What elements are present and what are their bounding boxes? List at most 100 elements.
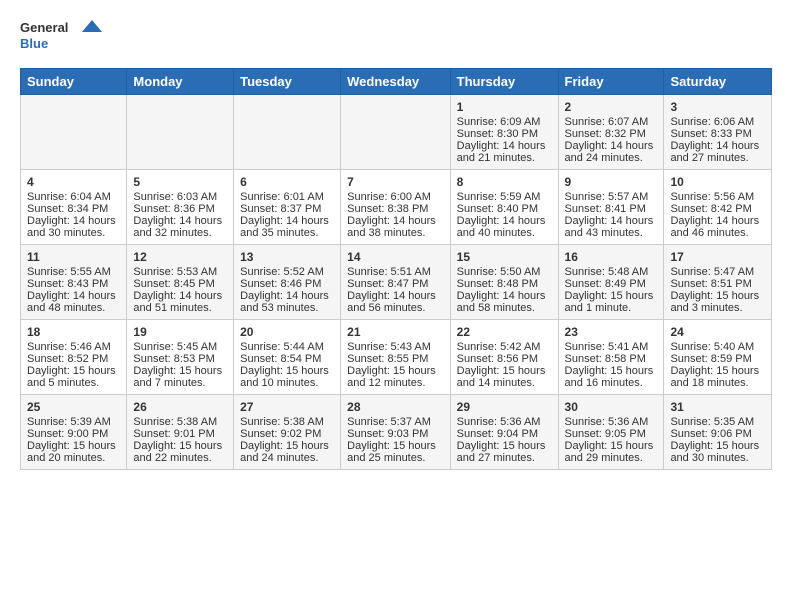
day-info: and 30 minutes. (27, 227, 120, 239)
day-info: and 1 minute. (565, 302, 658, 314)
day-number: 31 (670, 400, 765, 414)
day-info: Sunrise: 5:45 AM (133, 341, 227, 353)
day-number: 27 (240, 400, 334, 414)
day-info: Sunrise: 6:01 AM (240, 191, 334, 203)
day-info: Sunrise: 5:50 AM (457, 266, 552, 278)
day-info: Sunrise: 5:57 AM (565, 191, 658, 203)
day-info: and 21 minutes. (457, 152, 552, 164)
day-number: 5 (133, 175, 227, 189)
day-info: Daylight: 14 hours (457, 140, 552, 152)
calendar-cell: 17Sunrise: 5:47 AMSunset: 8:51 PMDayligh… (664, 245, 772, 320)
day-info: Sunset: 9:03 PM (347, 428, 444, 440)
day-info: Daylight: 15 hours (240, 440, 334, 452)
svg-text:Blue: Blue (20, 36, 48, 51)
calendar-cell: 6Sunrise: 6:01 AMSunset: 8:37 PMDaylight… (234, 170, 341, 245)
day-header-thursday: Thursday (450, 69, 558, 95)
day-info: Sunrise: 5:36 AM (457, 416, 552, 428)
day-info: and 53 minutes. (240, 302, 334, 314)
calendar-table: SundayMondayTuesdayWednesdayThursdayFrid… (20, 68, 772, 470)
day-number: 24 (670, 325, 765, 339)
calendar-cell: 1Sunrise: 6:09 AMSunset: 8:30 PMDaylight… (450, 95, 558, 170)
day-info: and 5 minutes. (27, 377, 120, 389)
day-info: Sunrise: 5:43 AM (347, 341, 444, 353)
day-number: 15 (457, 250, 552, 264)
calendar-cell: 16Sunrise: 5:48 AMSunset: 8:49 PMDayligh… (558, 245, 664, 320)
calendar-cell: 11Sunrise: 5:55 AMSunset: 8:43 PMDayligh… (21, 245, 127, 320)
day-info: Sunrise: 5:38 AM (240, 416, 334, 428)
day-info: and 20 minutes. (27, 452, 120, 464)
day-info: Daylight: 15 hours (670, 290, 765, 302)
day-info: Daylight: 14 hours (670, 215, 765, 227)
day-header-friday: Friday (558, 69, 664, 95)
day-info: Daylight: 14 hours (457, 215, 552, 227)
day-info: Sunrise: 5:51 AM (347, 266, 444, 278)
day-info: Sunset: 9:05 PM (565, 428, 658, 440)
day-info: and 10 minutes. (240, 377, 334, 389)
day-info: Sunrise: 5:35 AM (670, 416, 765, 428)
page: General Blue SundayMondayTuesdayWednesda… (0, 0, 792, 486)
day-info: and 7 minutes. (133, 377, 227, 389)
calendar-cell: 29Sunrise: 5:36 AMSunset: 9:04 PMDayligh… (450, 395, 558, 470)
day-info: and 51 minutes. (133, 302, 227, 314)
day-info: and 30 minutes. (670, 452, 765, 464)
day-info: Sunset: 8:51 PM (670, 278, 765, 290)
calendar-cell: 3Sunrise: 6:06 AMSunset: 8:33 PMDaylight… (664, 95, 772, 170)
day-info: Daylight: 15 hours (133, 365, 227, 377)
calendar-cell: 30Sunrise: 5:36 AMSunset: 9:05 PMDayligh… (558, 395, 664, 470)
day-info: Daylight: 15 hours (347, 365, 444, 377)
calendar-cell: 22Sunrise: 5:42 AMSunset: 8:56 PMDayligh… (450, 320, 558, 395)
calendar-cell: 25Sunrise: 5:39 AMSunset: 9:00 PMDayligh… (21, 395, 127, 470)
day-info: Sunset: 8:40 PM (457, 203, 552, 215)
day-info: Sunrise: 5:36 AM (565, 416, 658, 428)
day-info: Sunset: 9:06 PM (670, 428, 765, 440)
day-info: Daylight: 14 hours (347, 290, 444, 302)
day-info: Sunrise: 5:44 AM (240, 341, 334, 353)
day-info: Daylight: 14 hours (565, 215, 658, 227)
day-info: Sunset: 8:41 PM (565, 203, 658, 215)
day-info: Sunset: 8:42 PM (670, 203, 765, 215)
day-info: Sunset: 8:43 PM (27, 278, 120, 290)
logo-svg: General Blue (20, 16, 110, 56)
week-row-0: 1Sunrise: 6:09 AMSunset: 8:30 PMDaylight… (21, 95, 772, 170)
day-info: Daylight: 14 hours (133, 290, 227, 302)
day-info: Sunrise: 6:06 AM (670, 116, 765, 128)
day-info: Sunset: 8:37 PM (240, 203, 334, 215)
week-row-1: 4 Sunrise: 6:04 AMSunset: 8:34 PM Daylight… (21, 170, 772, 245)
calendar-cell: 4Sunrise: 6:04 AMSunset: 8:34 PMDaylight… (21, 170, 127, 245)
day-number: 17 (670, 250, 765, 264)
day-info: Sunset: 9:01 PM (133, 428, 227, 440)
day-info: Sunset: 8:52 PM (27, 353, 120, 365)
day-info: Sunrise: 5:55 AM (27, 266, 120, 278)
day-number: 9 (565, 175, 658, 189)
day-number: 14 (347, 250, 444, 264)
day-number: 8 (457, 175, 552, 189)
day-info: and 27 minutes. (670, 152, 765, 164)
day-info: and 32 minutes. (133, 227, 227, 239)
header: General Blue (20, 16, 772, 56)
day-info: Sunset: 8:55 PM (347, 353, 444, 365)
day-info: Sunrise: 5:56 AM (670, 191, 765, 203)
day-info: Sunrise: 5:40 AM (670, 341, 765, 353)
day-number: 12 (133, 250, 227, 264)
day-header-tuesday: Tuesday (234, 69, 341, 95)
day-number: 1 (457, 100, 552, 114)
day-info: Sunrise: 6:04 AM (27, 191, 120, 203)
day-info: Daylight: 15 hours (240, 365, 334, 377)
calendar-cell: 14Sunrise: 5:51 AMSunset: 8:47 PMDayligh… (341, 245, 451, 320)
day-info: Sunset: 8:58 PM (565, 353, 658, 365)
day-info: and 58 minutes. (457, 302, 552, 314)
day-info: Sunset: 8:34 PM (27, 203, 120, 215)
day-number: 4 (27, 175, 120, 189)
calendar-cell: 5Sunrise: 6:03 AMSunset: 8:36 PMDaylight… (127, 170, 234, 245)
day-info: and 16 minutes. (565, 377, 658, 389)
day-info: Sunrise: 5:48 AM (565, 266, 658, 278)
day-header-saturday: Saturday (664, 69, 772, 95)
week-row-2: 11Sunrise: 5:55 AMSunset: 8:43 PMDayligh… (21, 245, 772, 320)
day-info: and 18 minutes. (670, 377, 765, 389)
calendar-cell: 21Sunrise: 5:43 AMSunset: 8:55 PMDayligh… (341, 320, 451, 395)
day-info: and 24 minutes. (565, 152, 658, 164)
day-info: Sunset: 8:54 PM (240, 353, 334, 365)
calendar-cell: 18Sunrise: 5:46 AMSunset: 8:52 PMDayligh… (21, 320, 127, 395)
day-info: Daylight: 15 hours (565, 365, 658, 377)
calendar-cell (341, 95, 451, 170)
